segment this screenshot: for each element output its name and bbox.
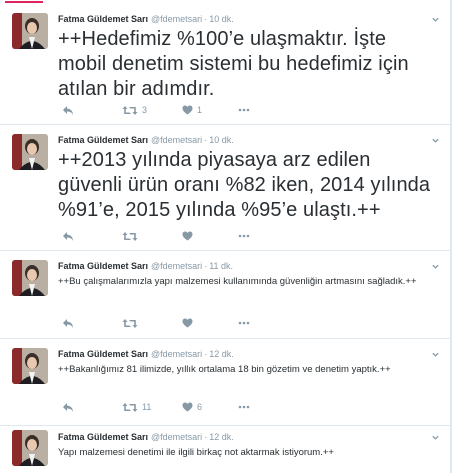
timestamp[interactable]: 12 dk. [209, 432, 234, 442]
tweet-actions: 3 1 [58, 103, 318, 117]
heart-icon [182, 231, 193, 241]
heart-icon [182, 318, 193, 328]
retweet-icon [122, 105, 138, 115]
more-button[interactable] [238, 400, 250, 414]
separator-dot: · [204, 349, 208, 359]
author-handle[interactable]: @fdemetsari [151, 349, 202, 359]
retweet-button[interactable] [122, 229, 142, 243]
reply-icon [63, 318, 73, 328]
tweet-actions [58, 229, 318, 243]
like-button[interactable]: 1 [182, 103, 202, 117]
author-handle[interactable]: @fdemetsari [151, 432, 202, 442]
more-icon [238, 108, 250, 112]
tweet[interactable]: Fatma Güldemet Sarı @fdemetsari · 10 dk. ++… [0, 126, 450, 251]
reply-icon [63, 402, 73, 412]
timestamp[interactable]: 10 dk. [209, 135, 234, 145]
author-name[interactable]: Fatma Güldemet Sarı [58, 14, 148, 24]
tweet-text: ++2013 yılında piyasaya arz edilen güven… [58, 149, 431, 221]
tweet-text: ++Hedefimiz %100’e ulaşmaktır. İşte mobi… [58, 28, 409, 100]
heart-icon [182, 402, 193, 412]
author-handle[interactable]: @fdemetsari [151, 14, 202, 24]
author-name[interactable]: Fatma Güldemet Sarı [58, 432, 148, 442]
reply-icon [63, 231, 73, 241]
avatar[interactable] [12, 430, 48, 466]
tweet-header: Fatma Güldemet Sarı @fdemetsari · 10 dk. [58, 14, 234, 25]
like-count: 1 [197, 105, 203, 115]
author-name[interactable]: Fatma Güldemet Sarı [58, 135, 148, 145]
chevron-down-icon[interactable] [431, 350, 440, 359]
tweet-header: Fatma Güldemet Sarı @fdemetsari · 10 dk. [58, 135, 234, 146]
separator-dot: · [204, 261, 208, 271]
tweet-actions: 11 6 [58, 400, 318, 414]
retweet-button[interactable]: 3 [122, 103, 147, 117]
like-button[interactable]: 6 [182, 400, 202, 414]
avatar[interactable] [12, 134, 48, 170]
reply-button[interactable] [62, 316, 74, 330]
more-button[interactable] [238, 103, 250, 117]
tweet[interactable]: Fatma Güldemet Sarı @fdemetsari · 12 dk. Ya… [0, 427, 450, 473]
chevron-down-icon[interactable] [431, 433, 440, 442]
retweet-icon [122, 402, 138, 412]
tweet[interactable]: Fatma Güldemet Sarı @fdemetsari · 11 dk. ++… [0, 252, 450, 339]
tweet-header: Fatma Güldemet Sarı @fdemetsari · 12 dk. [58, 349, 234, 360]
author-name[interactable]: Fatma Güldemet Sarı [58, 261, 148, 271]
author-handle[interactable]: @fdemetsari [151, 135, 202, 145]
tweet[interactable]: Fatma Güldemet Sarı @fdemetsari · 12 dk. ++… [0, 340, 450, 426]
more-button[interactable] [238, 316, 250, 330]
avatar[interactable] [12, 13, 48, 49]
separator-dot: · [204, 135, 208, 145]
like-button[interactable] [182, 229, 197, 243]
tweet-text: ++Bu çalışmalarımızla yapı malzemesi kul… [58, 276, 417, 287]
heart-icon [182, 105, 193, 115]
retweet-count: 3 [142, 105, 148, 115]
chevron-down-icon[interactable] [431, 15, 440, 24]
like-button[interactable] [182, 316, 197, 330]
chevron-down-icon[interactable] [431, 262, 440, 271]
author-handle[interactable]: @fdemetsari [151, 261, 202, 271]
like-count: 6 [197, 402, 203, 412]
tweet-header: Fatma Güldemet Sarı @fdemetsari · 11 dk. [58, 261, 233, 272]
active-tab-indicator [5, 1, 43, 3]
timestamp[interactable]: 12 dk. [209, 349, 234, 359]
tweet-header: Fatma Güldemet Sarı @fdemetsari · 12 dk. [58, 432, 234, 443]
more-button[interactable] [238, 229, 250, 243]
retweet-icon [122, 231, 138, 241]
retweet-icon [122, 318, 138, 328]
timestamp[interactable]: 11 dk. [209, 261, 233, 271]
reply-icon [63, 105, 73, 115]
chevron-down-icon[interactable] [431, 136, 440, 145]
tweet-text: Yapı malzemesi denetimi ile ilgili birka… [58, 447, 334, 458]
author-name[interactable]: Fatma Güldemet Sarı [58, 349, 148, 359]
more-icon [238, 321, 250, 325]
separator-dot: · [204, 432, 208, 442]
reply-button[interactable] [62, 229, 74, 243]
separator-dot: · [204, 14, 208, 24]
avatar[interactable] [12, 348, 48, 384]
tweet-text: ++Bakanlığımız 81 ilimizde, yıllık ortal… [58, 364, 391, 375]
reply-button[interactable] [62, 103, 74, 117]
avatar[interactable] [12, 260, 48, 296]
tweet-actions [58, 316, 318, 330]
reply-button[interactable] [62, 400, 74, 414]
retweet-count: 11 [142, 402, 152, 412]
more-icon [238, 405, 250, 409]
retweet-button[interactable] [122, 316, 142, 330]
more-icon [238, 234, 250, 238]
tweet[interactable]: Fatma Güldemet Sarı @fdemetsari · 10 dk. ++… [0, 5, 450, 125]
timestamp[interactable]: 10 dk. [209, 14, 234, 24]
retweet-button[interactable]: 11 [122, 400, 151, 414]
